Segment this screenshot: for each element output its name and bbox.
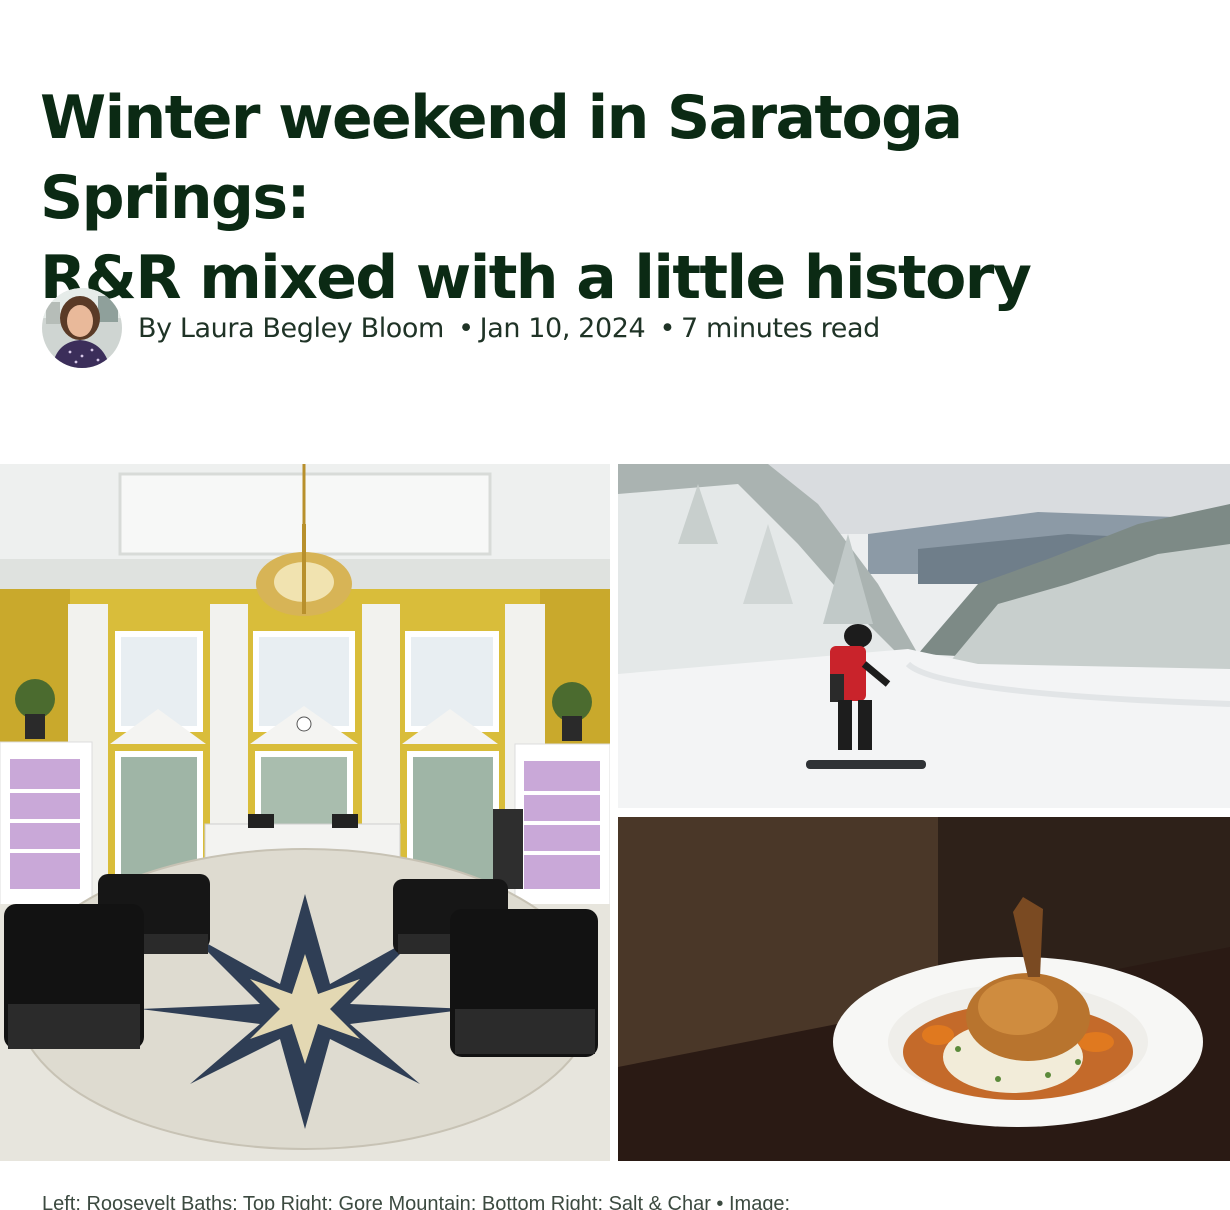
author-name-link[interactable]: Laura Begley Bloom: [180, 313, 444, 344]
byline-text: By Laura Begley Bloom • Jan 10, 2024 • 7 m…: [138, 313, 880, 344]
salt-and-char-photo[interactable]: [618, 817, 1230, 1161]
image-gallery: [0, 464, 1230, 1161]
byline-prefix: By: [138, 312, 172, 344]
roosevelt-baths-image: [0, 464, 610, 1161]
roosevelt-baths-photo[interactable]: [0, 464, 610, 1161]
article-title: Winter weekend in Saratoga Springs: R&R …: [40, 78, 1190, 318]
author-photo: [42, 288, 122, 368]
gore-mountain-image: [618, 464, 1230, 808]
byline-separator: •: [659, 312, 676, 344]
image-caption: Left: Roosevelt Baths; Top Right: Gore M…: [42, 1193, 791, 1210]
read-time: 7 minutes read: [681, 312, 880, 344]
author-avatar[interactable]: [42, 288, 122, 368]
article-title-line-1: Winter weekend in Saratoga Springs:: [40, 83, 963, 233]
byline-separator: •: [458, 312, 474, 344]
article-byline: By Laura Begley Bloom • Jan 10, 2024 • 7 m…: [42, 288, 880, 368]
gore-mountain-photo[interactable]: [618, 464, 1230, 808]
salt-and-char-image: [618, 817, 1230, 1161]
publish-date: Jan 10, 2024: [479, 312, 646, 344]
